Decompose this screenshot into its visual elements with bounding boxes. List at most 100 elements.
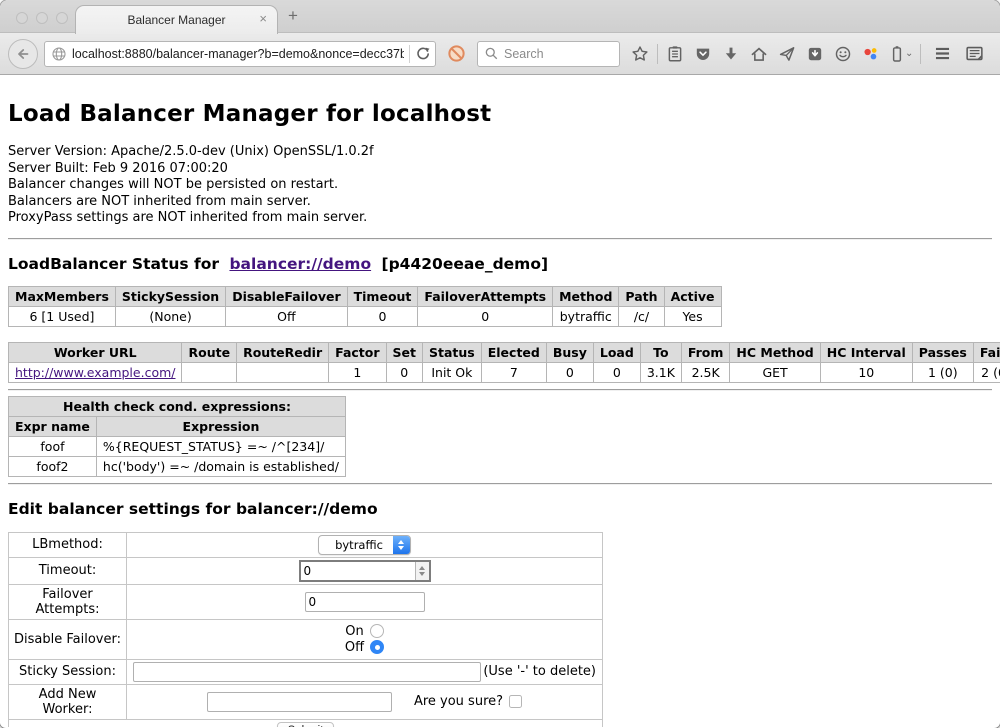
cell-fails: 2 (0) — [973, 362, 1000, 382]
page-content: Load Balancer Manager for localhost Serv… — [0, 75, 1000, 727]
column-header: Fails — [973, 342, 1000, 362]
dropdown-caret-icon[interactable]: ⌄ — [905, 48, 913, 59]
table-header-row: Worker URL Route RouteRedir Factor Set S… — [9, 342, 1000, 362]
window-controls[interactable] — [16, 12, 68, 24]
health-check-table: Health check cond. expressions: Expr nam… — [8, 396, 346, 477]
radio-on-label: On — [345, 624, 363, 639]
urlbar-divider — [409, 45, 410, 63]
sticky-session-label: Sticky Session: — [9, 659, 127, 684]
status-heading: LoadBalancer Status for balancer://demo … — [8, 255, 992, 273]
table-row: foof2 hc('body') =~ /domain is establish… — [9, 456, 346, 476]
failover-on-option[interactable]: On — [345, 624, 383, 639]
column-header: FailoverAttempts — [418, 286, 553, 306]
column-header: To — [640, 342, 681, 362]
minimize-window-icon[interactable] — [36, 12, 48, 24]
worker-table: Worker URL Route RouteRedir Factor Set S… — [8, 342, 1000, 383]
lbmethod-selected-value: bytraffic — [319, 538, 393, 552]
reading-list-button[interactable] — [661, 40, 689, 68]
back-button[interactable] — [8, 39, 38, 69]
column-header: Path — [619, 286, 664, 306]
browser-tab[interactable]: Balancer Manager × — [75, 5, 278, 34]
save-panel-button[interactable] — [801, 40, 829, 68]
select-stepper-icon — [393, 536, 410, 554]
cell-hc-interval: 10 — [820, 362, 912, 382]
column-header: RouteRedir — [237, 342, 329, 362]
cell-elected: 7 — [481, 362, 546, 382]
blocked-content-icon[interactable] — [447, 44, 466, 63]
url-input[interactable] — [72, 47, 404, 61]
status-heading-suffix: [p4420eeae_demo] — [382, 255, 549, 273]
tab-bar: Balancer Manager × + — [0, 0, 1000, 33]
timeout-label: Timeout: — [9, 557, 127, 584]
edit-settings-form: LBmethod: bytraffic Timeout: — [8, 532, 603, 727]
lbmethod-label: LBmethod: — [9, 532, 127, 557]
zoom-window-icon[interactable] — [56, 12, 68, 24]
failover-on-radio[interactable] — [370, 624, 384, 638]
column-header: Load — [593, 342, 640, 362]
pocket-button[interactable] — [689, 40, 717, 68]
worker-url-link[interactable]: http://www.example.com/ — [15, 365, 175, 380]
are-you-sure-checkbox[interactable] — [509, 695, 522, 708]
tab-title: Balancer Manager — [127, 13, 225, 27]
feedback-button[interactable] — [829, 40, 857, 68]
search-input[interactable] — [504, 47, 613, 61]
cell-busy: 0 — [546, 362, 593, 382]
globe-icon — [51, 46, 67, 62]
search-bar[interactable] — [477, 41, 620, 67]
are-you-sure-option[interactable]: Are you sure? — [414, 694, 522, 709]
reload-icon[interactable] — [415, 46, 431, 62]
close-tab-icon[interactable]: × — [259, 11, 267, 26]
failover-off-radio[interactable] — [370, 640, 384, 654]
extension-button[interactable] — [857, 40, 885, 68]
bookmarks-grid-button[interactable] — [960, 40, 988, 68]
browser-window: Balancer Manager × + — [0, 0, 1000, 728]
column-header: StickySession — [115, 286, 225, 306]
sticky-session-input[interactable] — [133, 662, 481, 682]
failover-attempts-input[interactable] — [305, 592, 425, 612]
divider — [8, 483, 992, 485]
cell-passes: 1 (0) — [912, 362, 973, 382]
cell-active: Yes — [664, 306, 721, 326]
pocket-shield-icon — [694, 45, 712, 63]
cell-route — [182, 362, 237, 382]
balancer-link[interactable]: balancer://demo — [229, 255, 371, 273]
home-button[interactable] — [745, 40, 773, 68]
page-title: Load Balancer Manager for localhost — [8, 75, 992, 127]
timeout-input[interactable] — [301, 562, 415, 580]
failover-off-option[interactable]: Off — [345, 640, 384, 655]
number-stepper-icon[interactable] — [415, 562, 429, 580]
submit-button[interactable]: Submit — [277, 722, 335, 727]
share-button[interactable] — [773, 40, 801, 68]
menu-button[interactable] — [928, 40, 956, 68]
lbmethod-select[interactable]: bytraffic — [318, 535, 411, 555]
inherit-note-line: Balancers are NOT inherited from main se… — [8, 194, 992, 211]
down-arrow-icon — [722, 45, 740, 63]
add-worker-input[interactable] — [207, 692, 392, 712]
server-built-line: Server Built: Feb 9 2016 07:00:20 — [8, 161, 992, 178]
bookmark-star-button[interactable] — [626, 40, 654, 68]
column-header: Set — [386, 342, 422, 362]
timeout-input-wrap — [299, 560, 431, 582]
disable-failover-label: Disable Failover: — [9, 619, 127, 659]
star-icon — [631, 45, 649, 63]
close-window-icon[interactable] — [16, 12, 28, 24]
table-header-row: Expr name Expression — [9, 416, 346, 436]
cell-disablefailover: Off — [226, 306, 347, 326]
edit-settings-heading: Edit balancer settings for balancer://de… — [8, 500, 992, 518]
timeout-row: Timeout: — [9, 557, 603, 584]
column-header: Expr name — [9, 416, 97, 436]
downloads-button[interactable] — [717, 40, 745, 68]
grid-icon — [965, 44, 984, 63]
column-header: Route — [182, 342, 237, 362]
column-header: Status — [423, 342, 482, 362]
new-tab-button[interactable]: + — [288, 6, 298, 26]
persist-note-line: Balancer changes will NOT be persisted o… — [8, 177, 992, 194]
are-you-sure-label: Are you sure? — [414, 694, 503, 709]
column-header: Active — [664, 286, 721, 306]
url-bar[interactable] — [44, 41, 436, 67]
table-row: http://www.example.com/ 1 0 Init Ok 7 0 … — [9, 362, 1000, 382]
battery-icon — [888, 45, 906, 63]
balancer-status-table: MaxMembers StickySession DisableFailover… — [8, 286, 722, 327]
column-header: Elected — [481, 342, 546, 362]
square-down-arrow-icon — [806, 45, 824, 63]
